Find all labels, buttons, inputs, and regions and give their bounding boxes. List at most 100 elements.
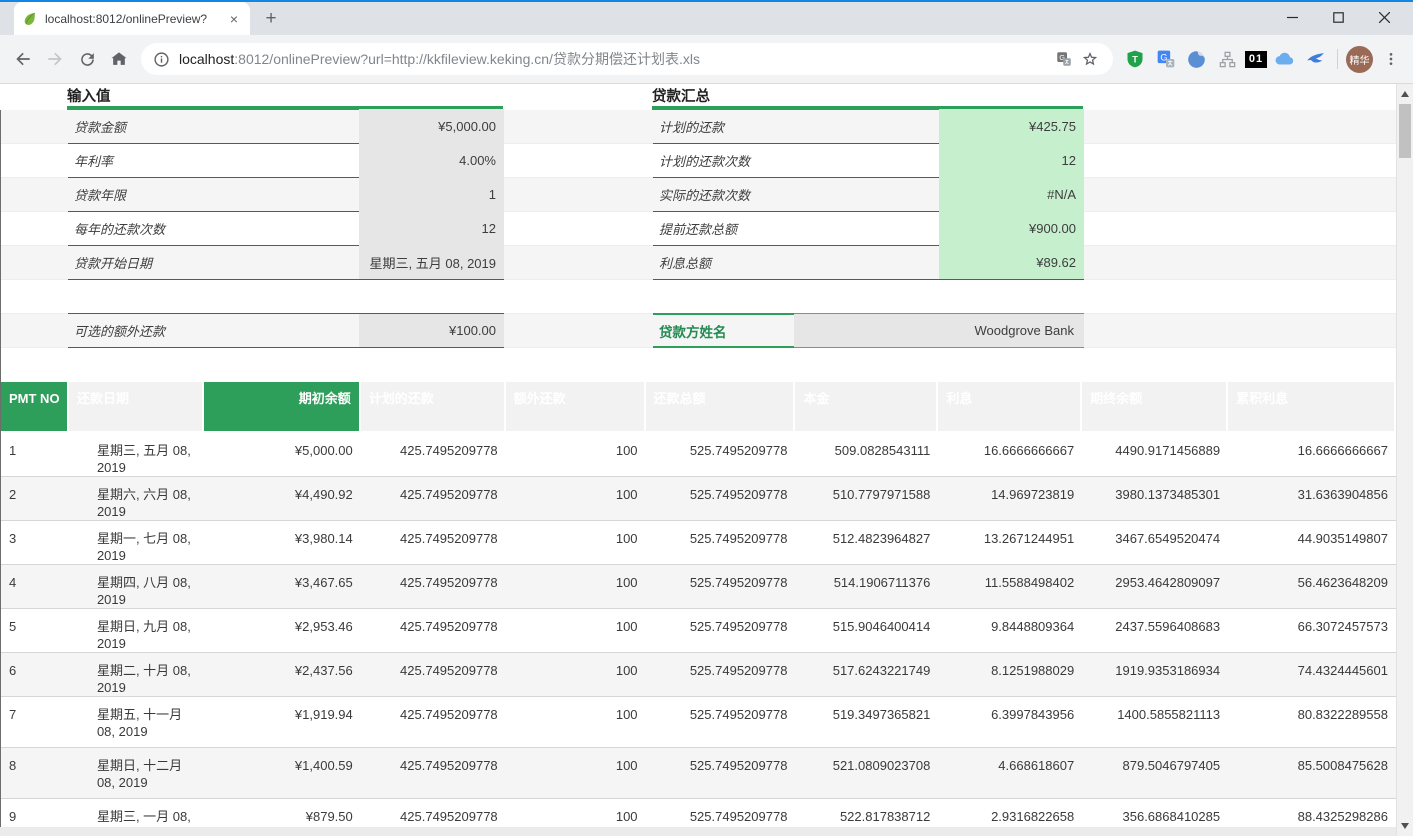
vertical-scrollbar[interactable] xyxy=(1396,84,1413,836)
column-header: 累积利息 xyxy=(1228,382,1396,431)
maximize-button[interactable] xyxy=(1315,4,1361,30)
table-cell: ¥4,490.92 xyxy=(204,477,361,520)
inputs-section-title: 输入值 xyxy=(67,85,111,106)
table-cell: 525.7495209778 xyxy=(646,653,796,696)
close-button[interactable] xyxy=(1361,4,1407,30)
table-cell: 519.3497365821 xyxy=(795,697,938,747)
scroll-up-icon[interactable] xyxy=(1401,91,1409,97)
browser-toolbar: localhost:8012/onlinePreview?url=http://… xyxy=(0,35,1413,84)
file-preview-content: 输入值 贷款汇总 贷款金额¥5,000.00计划的还款¥425.75年利率4.0… xyxy=(0,84,1413,836)
table-cell: 44.9035149807 xyxy=(1228,521,1396,564)
scrollbar-thumb[interactable] xyxy=(1399,104,1411,158)
table-cell: ¥5,000.00 xyxy=(204,433,361,476)
input-summary-row: 年利率4.00%计划的还款次数12 xyxy=(1,144,1396,178)
scroll-down-icon[interactable] xyxy=(1401,823,1409,829)
summary-label: 计划的还款 xyxy=(653,109,939,144)
table-cell: 879.5046797405 xyxy=(1082,748,1228,798)
table-cell: 525.7495209778 xyxy=(646,697,796,747)
svg-text:T: T xyxy=(1132,54,1138,64)
table-cell: 13.2671244951 xyxy=(938,521,1082,564)
new-tab-button[interactable]: + xyxy=(258,7,284,31)
table-cell: 100 xyxy=(506,565,646,608)
lender-name-value: Woodgrove Bank xyxy=(794,313,1084,348)
forward-button[interactable] xyxy=(39,43,71,75)
reload-button[interactable] xyxy=(71,43,103,75)
sheet-body: 贷款金额¥5,000.00计划的还款¥425.75年利率4.00%计划的还款次数… xyxy=(0,110,1396,836)
table-cell: 510.7797971588 xyxy=(795,477,938,520)
tab-close-icon[interactable]: × xyxy=(226,11,242,27)
extension-translate-icon[interactable]: G xyxy=(1152,46,1179,73)
menu-kebab-icon[interactable] xyxy=(1377,46,1404,73)
table-cell: 星期五, 十一月 08, 2019 xyxy=(69,697,204,747)
input-value: ¥5,000.00 xyxy=(359,109,504,144)
input-label: 每年的还款次数 xyxy=(68,211,359,246)
summary-label: 计划的还款次数 xyxy=(653,143,939,178)
table-cell: 514.1906711376 xyxy=(795,565,938,608)
browser-tab[interactable]: localhost:8012/onlinePreview? × xyxy=(14,2,250,35)
table-cell: 425.7495209778 xyxy=(361,565,506,608)
extension-shield-icon[interactable]: T xyxy=(1121,46,1148,73)
table-cell: 3980.1373485301 xyxy=(1082,477,1228,520)
input-value: 星期三, 五月 08, 2019 xyxy=(359,245,504,280)
toolbar-divider xyxy=(1337,49,1338,69)
table-cell: 16.6666666667 xyxy=(1228,433,1396,476)
table-cell: ¥3,467.65 xyxy=(204,565,361,608)
table-cell: 425.7495209778 xyxy=(361,748,506,798)
table-cell: 525.7495209778 xyxy=(646,477,796,520)
table-cell: 星期四, 八月 08, 2019 xyxy=(69,565,204,608)
table-row: 6星期二, 十月 08, 2019¥2,437.56425.7495209778… xyxy=(1,653,1396,697)
summary-value: ¥425.75 xyxy=(939,109,1084,144)
table-cell: 星期日, 十二月 08, 2019 xyxy=(69,748,204,798)
back-button[interactable] xyxy=(7,43,39,75)
table-cell: 9.8448809364 xyxy=(938,609,1082,652)
page-bottom-strip xyxy=(0,827,1396,836)
table-cell: 515.9046400414 xyxy=(795,609,938,652)
input-label: 贷款年限 xyxy=(68,177,359,212)
summary-value: ¥89.62 xyxy=(939,245,1084,280)
summary-value: #N/A xyxy=(939,177,1084,212)
profile-avatar[interactable]: 精华 xyxy=(1346,46,1373,73)
input-summary-row: 贷款开始日期星期三, 五月 08, 2019利息总额¥89.62 xyxy=(1,246,1396,280)
table-cell: 6.3997843956 xyxy=(938,697,1082,747)
extra-payment-value: ¥100.00 xyxy=(359,313,504,348)
table-cell: 星期二, 十月 08, 2019 xyxy=(69,653,204,696)
table-cell: 100 xyxy=(506,521,646,564)
url-address-bar[interactable]: localhost:8012/onlinePreview?url=http://… xyxy=(141,43,1113,75)
table-row: 8星期日, 十二月 08, 2019¥1,400.59425.749520977… xyxy=(1,748,1396,799)
table-cell: 31.6363904856 xyxy=(1228,477,1396,520)
table-cell: 425.7495209778 xyxy=(361,521,506,564)
extension-badge-01[interactable]: 01 xyxy=(1245,51,1267,68)
extension-swirl-icon[interactable] xyxy=(1183,46,1210,73)
spacer-row xyxy=(1,348,1396,382)
input-value: 1 xyxy=(359,177,504,212)
table-cell: 2 xyxy=(1,477,69,520)
extension-cloud-icon[interactable] xyxy=(1271,46,1298,73)
table-cell: 425.7495209778 xyxy=(361,477,506,520)
table-cell: 100 xyxy=(506,748,646,798)
input-summary-row: 贷款年限1实际的还款次数#N/A xyxy=(1,178,1396,212)
table-row: 7星期五, 十一月 08, 2019¥1,919.94425.749520977… xyxy=(1,697,1396,748)
table-cell: 525.7495209778 xyxy=(646,433,796,476)
extension-bird-icon[interactable] xyxy=(1302,46,1329,73)
summary-label: 利息总额 xyxy=(653,245,939,280)
table-cell: 525.7495209778 xyxy=(646,748,796,798)
table-cell: 100 xyxy=(506,697,646,747)
url-text[interactable]: localhost:8012/onlinePreview?url=http://… xyxy=(179,49,1051,69)
column-header: 期初余额 xyxy=(204,382,361,431)
column-header: 期终余额 xyxy=(1082,382,1228,431)
extension-sitemap-icon[interactable] xyxy=(1214,46,1241,73)
table-cell: 66.3072457573 xyxy=(1228,609,1396,652)
table-cell: 521.0809023708 xyxy=(795,748,938,798)
summary-section-title: 贷款汇总 xyxy=(652,85,710,106)
page-info-icon[interactable] xyxy=(153,51,170,68)
browser-window: localhost:8012/onlinePreview? × + localh… xyxy=(0,0,1413,836)
home-button[interactable] xyxy=(103,43,135,75)
table-cell: 3 xyxy=(1,521,69,564)
bookmark-star-icon[interactable] xyxy=(1077,46,1103,72)
minimize-button[interactable] xyxy=(1269,4,1315,30)
table-cell: 100 xyxy=(506,433,646,476)
table-cell: 425.7495209778 xyxy=(361,653,506,696)
input-summary-row: 贷款金额¥5,000.00计划的还款¥425.75 xyxy=(1,110,1396,144)
translate-page-icon[interactable]: G xyxy=(1051,46,1077,72)
table-cell: 512.4823964827 xyxy=(795,521,938,564)
